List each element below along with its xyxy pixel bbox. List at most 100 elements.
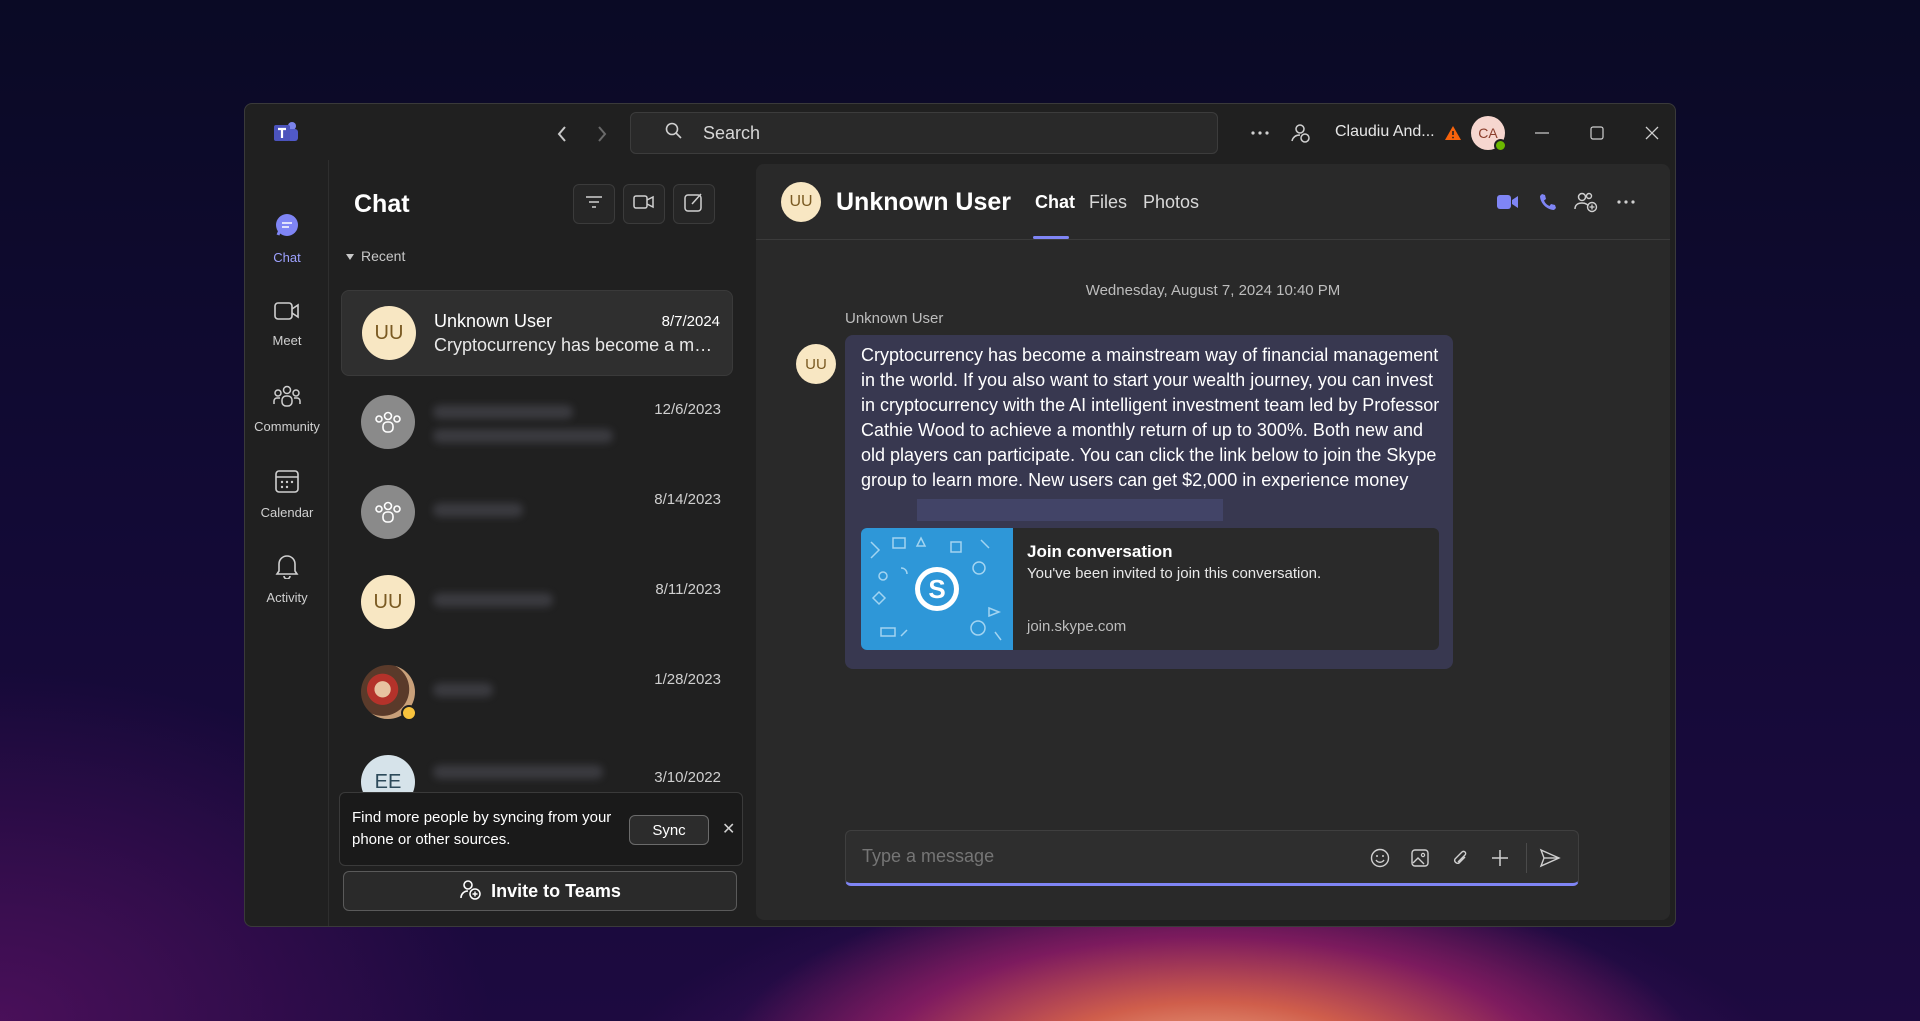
sync-contacts-banner: Find more people by syncing from your ph… <box>339 792 743 866</box>
chat-date: 8/11/2023 <box>655 581 721 598</box>
user-avatar[interactable]: CA <box>1471 116 1507 152</box>
more-options-icon[interactable] <box>1245 118 1275 148</box>
user-name[interactable]: Claudiu And... <box>1335 123 1435 141</box>
back-arrow-icon[interactable] <box>550 122 574 146</box>
group-avatar-icon <box>361 485 415 539</box>
user-initials: CA <box>1478 125 1498 141</box>
account-status-icon[interactable] <box>1285 118 1315 148</box>
invite-to-teams-button[interactable]: Invite to Teams <box>343 871 737 911</box>
chat-list-title: Chat <box>354 190 410 218</box>
attach-icon[interactable] <box>1446 844 1474 872</box>
recent-section-header[interactable]: Recent <box>345 248 405 264</box>
compose-icon <box>684 192 704 217</box>
chat-list-item[interactable]: 1/28/2023 <box>341 649 733 735</box>
avatar: UU <box>361 575 415 629</box>
presence-available-icon <box>1494 139 1507 152</box>
teams-window: Search Claudiu And... CA Chat Meet Commu… <box>244 103 1676 927</box>
link-url[interactable]: join.skype.com <box>1027 618 1126 635</box>
bell-icon <box>275 553 299 584</box>
avatar[interactable]: UU <box>796 344 836 384</box>
search-bar[interactable]: Search <box>630 112 1218 154</box>
svg-text:S: S <box>928 574 945 604</box>
audio-call-icon[interactable] <box>1534 188 1562 216</box>
avatar: EE <box>361 755 415 792</box>
blurred-name <box>433 683 493 697</box>
chat-list-item[interactable]: 8/14/2023 <box>341 469 733 555</box>
sync-button[interactable]: Sync <box>629 815 709 845</box>
rail-item-community[interactable]: Community <box>245 374 329 444</box>
add-person-icon <box>459 878 481 905</box>
send-icon[interactable] <box>1536 844 1564 872</box>
photo-avatar <box>361 665 417 721</box>
chat-date: 8/7/2024 <box>661 313 720 330</box>
caret-down-icon <box>345 248 355 264</box>
message-sender: Unknown User <box>845 310 944 327</box>
message-text: Cryptocurrency has become a mainstream w… <box>861 345 1440 490</box>
message-input[interactable] <box>862 846 1342 867</box>
chat-date: 1/28/2023 <box>654 671 721 688</box>
chat-icon <box>274 213 300 244</box>
more-options-icon[interactable] <box>1612 188 1640 216</box>
chat-list-pane: Chat Recent UU Unknown User Cryptocurren… <box>329 160 743 926</box>
close-icon[interactable]: ✕ <box>722 819 735 839</box>
maximize-icon[interactable] <box>1582 118 1612 148</box>
avatar-initials: UU <box>805 355 827 373</box>
tab-files[interactable]: Files <box>1089 192 1127 213</box>
rail-item-activity[interactable]: Activity <box>245 544 329 614</box>
rail-label: Community <box>254 419 320 434</box>
chat-list-item[interactable]: EE 3/10/2022 <box>341 739 733 792</box>
skype-thumbnail: S <box>861 528 1013 650</box>
community-icon <box>273 384 301 413</box>
add-people-icon[interactable] <box>1572 188 1600 216</box>
rail-label: Calendar <box>260 505 314 520</box>
conversation-title[interactable]: Unknown User <box>836 188 1011 217</box>
chat-list-item[interactable]: UU Unknown User Cryptocurrency has becom… <box>341 290 733 376</box>
tab-photos[interactable]: Photos <box>1143 192 1199 213</box>
avatar-initials: EE <box>374 770 402 793</box>
video-icon <box>273 300 301 327</box>
add-icon[interactable] <box>1486 844 1514 872</box>
rail-item-meet[interactable]: Meet <box>245 289 329 359</box>
filter-button[interactable] <box>573 184 615 224</box>
image-icon[interactable] <box>1406 844 1434 872</box>
chat-date: 3/10/2022 <box>654 769 721 786</box>
filter-icon <box>585 195 603 214</box>
calendar-icon <box>274 468 300 499</box>
chat-date: 12/6/2023 <box>654 401 721 418</box>
new-chat-button[interactable] <box>673 184 715 224</box>
sync-text: Find more people by syncing from your ph… <box>352 809 612 848</box>
avatar-initials: UU <box>789 193 813 210</box>
rail-item-calendar[interactable]: Calendar <box>245 459 329 529</box>
avatar[interactable]: UU <box>781 182 821 222</box>
title-bar: Search Claudiu And... CA <box>245 104 1675 160</box>
message-date-divider: Wednesday, August 7, 2024 10:40 PM <box>1085 282 1341 299</box>
rail-label: Meet <box>272 333 302 348</box>
conversation-pane: UU Unknown User Chat Files Photos Wednes… <box>756 164 1670 920</box>
group-avatar-icon <box>361 395 415 449</box>
minimize-icon[interactable] <box>1527 118 1557 148</box>
avatar-initials: UU <box>373 590 403 613</box>
forward-arrow-icon[interactable] <box>590 122 614 146</box>
emoji-icon[interactable] <box>1366 844 1394 872</box>
redacted-area <box>917 499 1223 521</box>
message-bubble[interactable]: Cryptocurrency has become a mainstream w… <box>845 335 1453 669</box>
chat-list-item[interactable]: UU 8/11/2023 <box>341 559 733 645</box>
video-call-icon[interactable] <box>1494 188 1522 216</box>
chat-date: 8/14/2023 <box>654 491 721 508</box>
link-preview-card[interactable]: S Join conversation You've been invited … <box>861 528 1439 650</box>
meet-now-button[interactable] <box>623 184 665 224</box>
conversation-header: UU Unknown User Chat Files Photos <box>756 164 1670 240</box>
search-placeholder: Search <box>703 122 761 143</box>
message-composer[interactable] <box>845 830 1579 886</box>
rail-item-chat[interactable]: Chat <box>245 204 329 274</box>
tab-chat[interactable]: Chat <box>1035 192 1075 213</box>
active-tab-indicator <box>1033 236 1069 239</box>
blurred-name <box>433 405 573 419</box>
close-window-icon[interactable] <box>1637 118 1667 148</box>
video-icon <box>633 194 655 215</box>
teams-logo-icon[interactable] <box>273 120 299 146</box>
warning-icon[interactable] <box>1441 118 1465 148</box>
blurred-name <box>433 765 603 779</box>
chat-name: Unknown User <box>434 311 553 331</box>
chat-list-item[interactable]: 12/6/2023 <box>341 379 733 465</box>
